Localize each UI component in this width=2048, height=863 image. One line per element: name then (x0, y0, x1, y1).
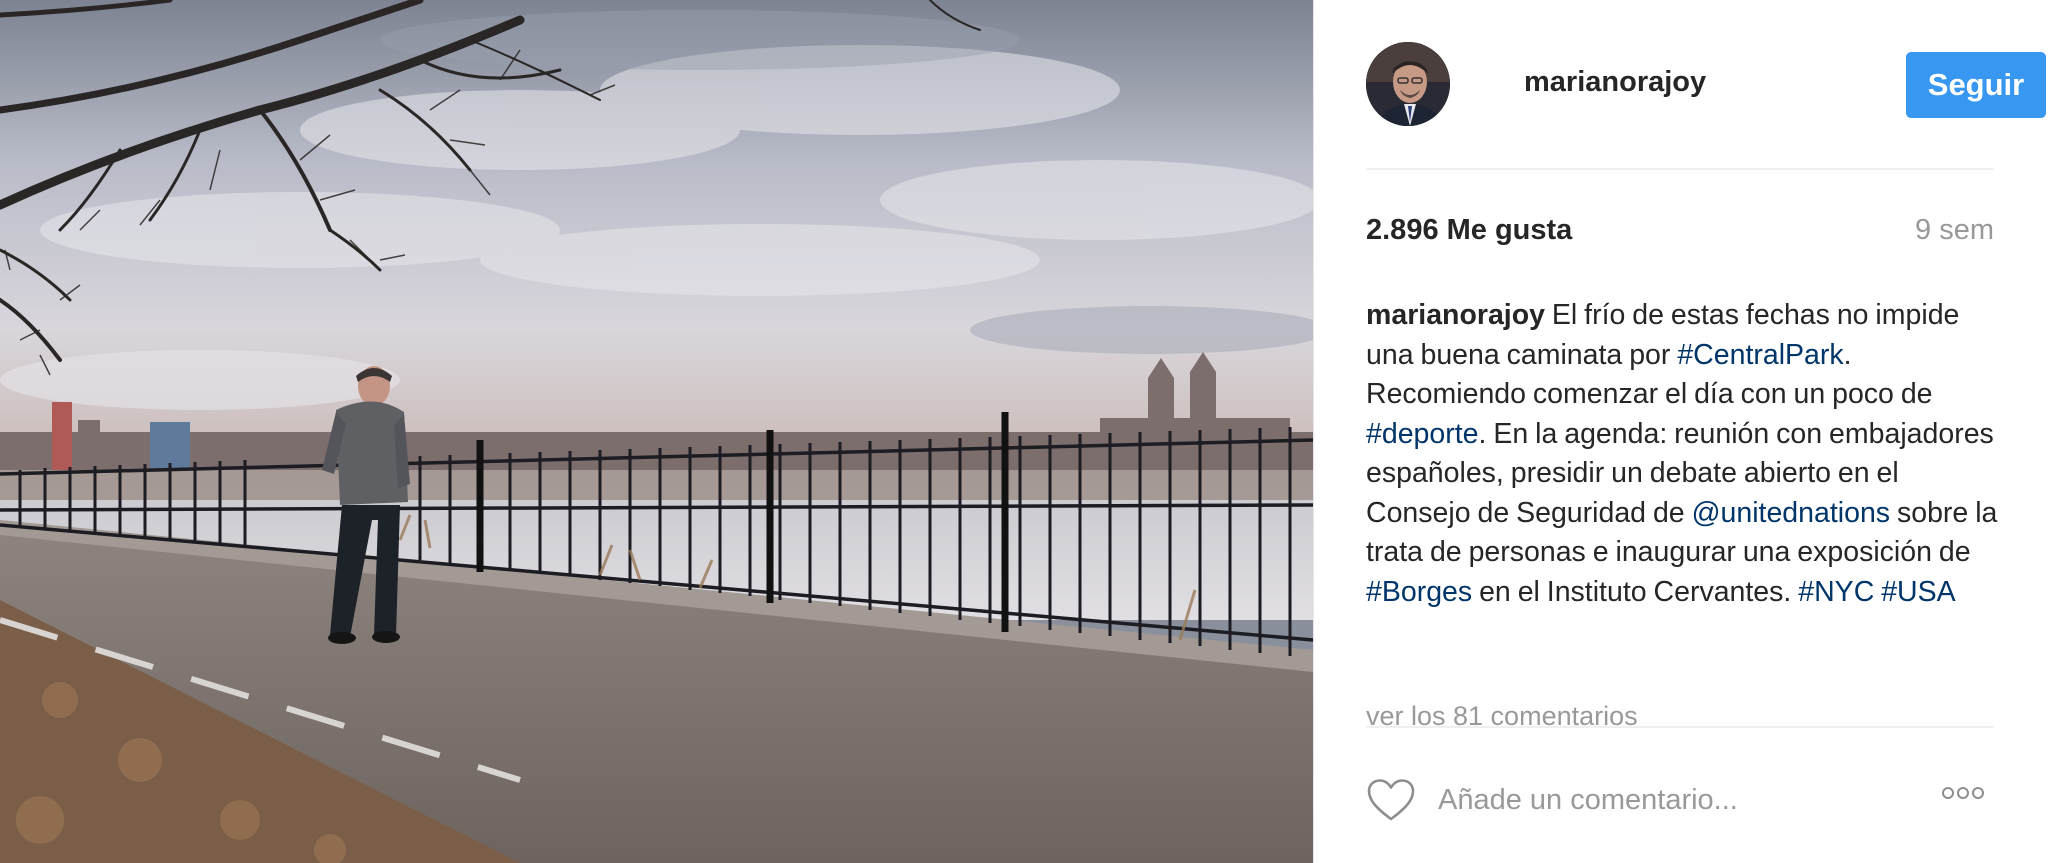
caption-username[interactable]: marianorajoy (1366, 299, 1545, 331)
post-timestamp[interactable]: 9 sem (1915, 214, 1994, 247)
hashtag-deporte[interactable]: #deporte (1366, 418, 1479, 450)
post-sidebar: marianorajoy Seguir 2.896 Me gusta 9 sem… (1314, 0, 2048, 863)
likes-count[interactable]: 2.896 Me gusta (1366, 214, 1572, 247)
follow-button[interactable]: Seguir (1906, 52, 2046, 118)
username-link[interactable]: marianorajoy (1524, 66, 1706, 99)
post-photo[interactable] (0, 0, 1313, 863)
view-all-comments-link[interactable]: ver los 81 comentarios (1366, 700, 1994, 728)
heart-icon[interactable] (1366, 778, 1416, 822)
hashtag-centralpark[interactable]: #CentralPark (1677, 339, 1843, 371)
post-header: marianorajoy Seguir (1366, 40, 2046, 128)
more-options-icon[interactable] (1942, 787, 1998, 813)
avatar[interactable] (1366, 42, 1450, 126)
header-divider (1366, 168, 1994, 170)
caption-text-5: en el Instituto Cervantes. (1472, 575, 1799, 608)
post-caption: marianorajoy El frío de estas fechas no … (1366, 296, 2006, 612)
mention-unitednations[interactable]: @unitednations (1692, 497, 1890, 529)
hashtag-nyc[interactable]: #NYC (1798, 576, 1874, 608)
hashtag-usa[interactable]: #USA (1881, 576, 1955, 608)
hashtag-borges[interactable]: #Borges (1366, 576, 1472, 608)
footer-divider (1366, 726, 1994, 728)
comment-input[interactable] (1438, 776, 1878, 824)
